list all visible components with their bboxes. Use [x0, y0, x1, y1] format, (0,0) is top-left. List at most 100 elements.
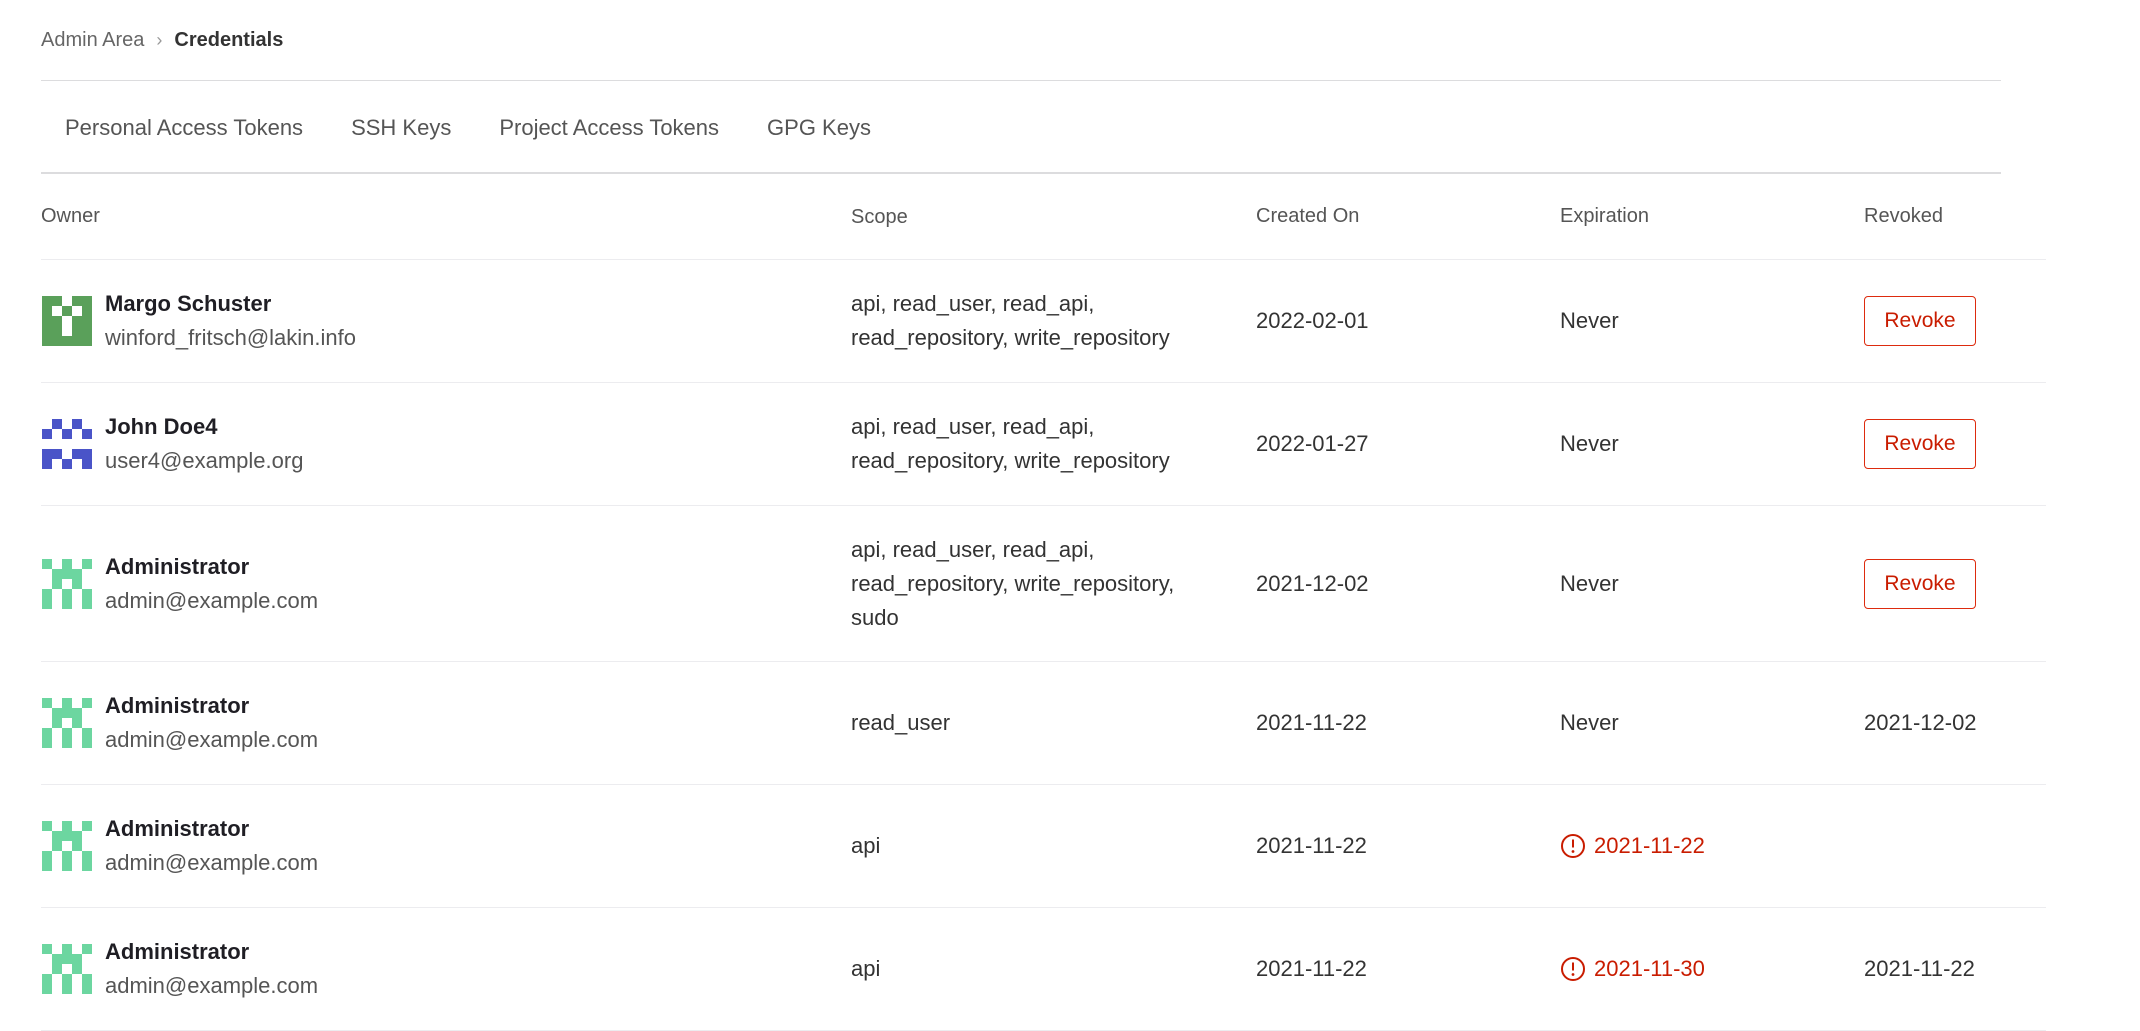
breadcrumb-current: Credentials [174, 28, 284, 51]
avatar [42, 944, 92, 994]
expiration-date: 2021-11-22 [1594, 833, 1705, 858]
owner-info: Administrator admin@example.com [105, 550, 318, 618]
table-row: Margo Schuster winford_fritsch@lakin.info… [41, 260, 2046, 383]
owner-email: user4@example.org [105, 448, 304, 473]
scope-cell: read_user [851, 706, 1256, 740]
revoked-date: 2021-12-02 [1864, 710, 1977, 735]
scope-line: api [851, 956, 881, 981]
expiration-date: Never [1560, 308, 1619, 333]
header-created-on: Created On [1256, 205, 1360, 227]
header-owner: Owner [41, 205, 100, 227]
breadcrumb-admin-area-link[interactable]: Admin Area [41, 29, 144, 52]
owner-cell: Administrator admin@example.com [41, 550, 851, 618]
table-row: Administrator admin@example.com api 2021-11… [41, 785, 2046, 908]
credentials-tabs: Personal Access Tokens SSH Keys Project … [41, 81, 2001, 174]
expiration-date: Never [1560, 570, 1619, 596]
scope-line: read_user [851, 710, 951, 735]
revoked-cell: Revoke [1864, 558, 2034, 609]
tab-personal-access-tokens[interactable]: Personal Access Tokens [41, 81, 327, 174]
tab-ssh-keys[interactable]: SSH Keys [327, 81, 475, 174]
owner-info: John Doe4 user4@example.org [105, 410, 303, 478]
scope-line: read_repository, write_repository [851, 448, 1170, 473]
scope-line: read_repository, write_repository, [851, 570, 1175, 596]
owner-cell: Administrator admin@example.com [41, 935, 851, 1003]
revoked-date: 2021-11-22 [1864, 956, 1975, 981]
owner-name: John Doe4 [105, 414, 218, 439]
revoked-cell: Revoke [1864, 419, 2034, 469]
scope-cell: api [851, 952, 1256, 986]
expiration-date: 2021-11-30 [1594, 956, 1705, 981]
chevron-right-icon: › [156, 29, 163, 50]
expired-warning-icon [1561, 957, 1585, 981]
table-body: Margo Schuster winford_fritsch@lakin.info… [41, 260, 2046, 1031]
avatar [42, 296, 92, 346]
expiration-date: Never [1560, 431, 1619, 456]
avatar [42, 698, 92, 748]
expiration-cell: Never [1560, 571, 1864, 597]
content-container: Admin Area › Credentials Personal Access… [41, 0, 2046, 1031]
revoked-cell: 2021-12-02 [1864, 710, 2034, 736]
owner-name: Administrator [105, 939, 250, 964]
breadcrumb: Admin Area › Credentials [41, 0, 2001, 81]
owner-email: admin@example.com [105, 587, 319, 613]
revoke-button[interactable]: Revoke [1864, 296, 1976, 346]
revoke-button[interactable]: Revoke [1864, 558, 1976, 609]
expiration-cell: 2021-11-30 [1560, 956, 1864, 982]
owner-cell: Administrator admin@example.com [41, 689, 851, 757]
owner-name: Administrator [105, 553, 250, 579]
table-header: Owner Scope Created On Expiration Revoke… [41, 174, 2046, 260]
scope-line: sudo [851, 604, 899, 630]
owner-cell: Administrator admin@example.com [41, 812, 851, 880]
scope-cell: api, read_user, read_api, read_repository… [851, 287, 1256, 355]
owner-name: Administrator [105, 816, 250, 841]
page: Admin Area › Credentials Personal Access… [0, 0, 2140, 1031]
revoked-cell: Revoke [1864, 296, 2034, 346]
owner-email: admin@example.com [105, 850, 319, 875]
scope-cell: api, read_user, read_api, read_repository… [851, 410, 1256, 478]
created-on-cell: 2021-11-22 [1256, 956, 1367, 981]
scope-cell: api, read_user, read_api, read_repository… [851, 533, 1256, 635]
table-row: John Doe4 user4@example.org api, read_user… [41, 383, 2046, 506]
owner-name: Margo Schuster [105, 291, 272, 316]
tab-project-access-tokens[interactable]: Project Access Tokens [475, 81, 743, 174]
tab-gpg-keys[interactable]: GPG Keys [743, 81, 895, 174]
scope-line: api, read_user, read_api, [851, 414, 1095, 439]
owner-email: admin@example.com [105, 727, 319, 752]
created-on-cell: 2021-11-22 [1256, 710, 1367, 735]
header-scope: Scope [851, 205, 908, 228]
avatar [42, 821, 92, 871]
created-on-cell: 2021-11-22 [1256, 833, 1367, 858]
expired-warning-icon [1561, 834, 1585, 858]
created-on-cell: 2022-01-27 [1256, 431, 1369, 456]
revoke-button[interactable]: Revoke [1864, 419, 1976, 469]
scope-line: api [851, 833, 881, 858]
scope-line: api, read_user, read_api, [851, 291, 1095, 316]
expiration-cell: Never [1560, 710, 1864, 736]
avatar [42, 419, 92, 469]
owner-cell: Margo Schuster winford_fritsch@lakin.info [41, 287, 851, 355]
owner-info: Administrator admin@example.com [105, 812, 318, 880]
revoked-cell: 2021-11-22 [1864, 956, 2034, 982]
table-row: Administrator admin@example.com api 2021-11… [41, 908, 2046, 1031]
owner-info: Administrator admin@example.com [105, 689, 318, 757]
scope-cell: api [851, 829, 1256, 863]
expiration-cell: 2021-11-22 [1560, 833, 1864, 859]
created-on-cell: 2022-02-01 [1256, 308, 1369, 333]
created-on-cell: 2021-12-02 [1256, 570, 1369, 596]
owner-cell: John Doe4 user4@example.org [41, 410, 851, 478]
avatar [42, 558, 92, 609]
owner-info: Administrator admin@example.com [105, 935, 318, 1003]
scope-line: api, read_user, read_api, [851, 536, 1095, 562]
header-expiration: Expiration [1560, 205, 1649, 227]
table-row: Administrator admin@example.com read_user 2… [41, 662, 2046, 785]
owner-email: admin@example.com [105, 973, 319, 998]
owner-email: winford_fritsch@lakin.info [105, 325, 356, 350]
expiration-cell: Never [1560, 308, 1864, 334]
owner-name: Administrator [105, 693, 250, 718]
expiration-cell: Never [1560, 431, 1864, 457]
owner-info: Margo Schuster winford_fritsch@lakin.info [105, 287, 356, 355]
expiration-date: Never [1560, 710, 1619, 735]
scope-line: read_repository, write_repository [851, 325, 1170, 350]
header-revoked: Revoked [1864, 205, 1943, 227]
table-row: Administrator admin@example.com api, read_… [41, 506, 2046, 662]
